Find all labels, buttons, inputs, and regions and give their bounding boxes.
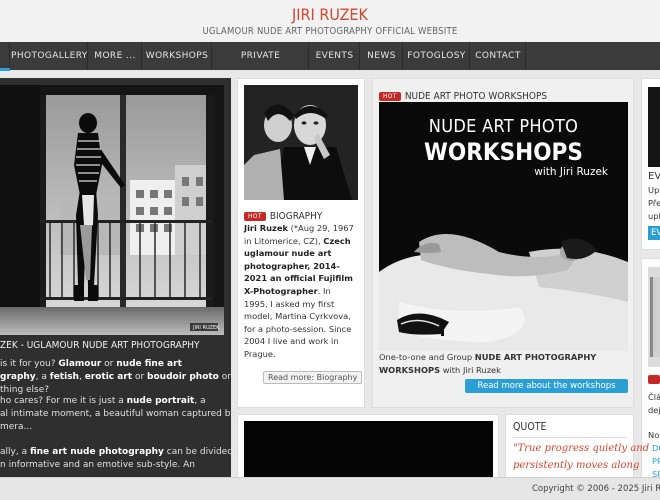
site-title[interactable]: JIRI RUZEK bbox=[0, 5, 660, 24]
events-line-3: upl bbox=[648, 211, 660, 221]
biography-text-line: for a photo-session. Since bbox=[244, 323, 352, 334]
hero-photo-image: JIRI RUZEK bbox=[0, 85, 224, 335]
page: JIRI RUZEK UGLAMOUR NUDE ART PHOTOGRAPHY… bbox=[0, 0, 660, 500]
hero-text-line: n informative and an emotive sub-style. … bbox=[0, 460, 195, 470]
read-more-biography-button[interactable]: Read more: Biography bbox=[263, 371, 363, 384]
nav-home-stub[interactable] bbox=[0, 42, 10, 70]
workshops-banner-line3: with Jiri Ruzek bbox=[534, 166, 608, 178]
nav-item-workshops[interactable]: WORKSHOPS bbox=[143, 42, 212, 70]
side-card-link-2[interactable]: PR bbox=[652, 456, 660, 466]
side-card-links-header: No bbox=[648, 430, 660, 440]
hero-text-line: is it for you? Glamour or nude fine art bbox=[0, 359, 182, 369]
side-card-line-2: dej bbox=[648, 405, 660, 415]
biography-photo[interactable] bbox=[244, 85, 358, 200]
biography-text-line: photographer, 2014- bbox=[244, 260, 340, 271]
biography-text-line: in Litomerice, CZ), Czech bbox=[244, 235, 351, 246]
nav-item-private-shootings[interactable]: PRIVATE SHOOTINGS bbox=[213, 42, 309, 89]
hero-caption[interactable]: ZEK - UGLAMOUR NUDE ART PHOTOGRAPHY bbox=[0, 340, 200, 351]
workshops-text-line: WORKSHOPS with Jiri Ruzek bbox=[379, 364, 501, 375]
hot-badge: HOT bbox=[379, 92, 401, 101]
side-card-link-1[interactable]: DO bbox=[652, 443, 660, 453]
hero-photo[interactable]: JIRI RUZEK bbox=[0, 85, 224, 335]
main-nav: PHOTOGALLERY MORE ... WORKSHOPS PRIVATE … bbox=[0, 42, 660, 89]
side-card-photo[interactable] bbox=[648, 267, 660, 367]
hot-badge: HOT bbox=[244, 212, 266, 221]
nav-item-news[interactable]: NEWS bbox=[361, 42, 403, 70]
side-card-line-1: Člá bbox=[648, 392, 660, 402]
biography-text-line: Jiri Ruzek (*Aug 29, 1967 bbox=[244, 223, 354, 233]
hero-text-line: thing else? bbox=[0, 385, 50, 395]
hero-text-line: ho cares? For me it is just a nude portr… bbox=[0, 396, 206, 406]
hero-text-line: mera... bbox=[0, 422, 33, 432]
site-header: JIRI RUZEK UGLAMOUR NUDE ART PHOTOGRAPHY… bbox=[0, 0, 660, 42]
events-photo[interactable] bbox=[648, 87, 660, 167]
workshops-card: HOT NUDE ART PHOTO WORKSHOPS NUDE ART PHO… bbox=[372, 78, 634, 408]
workshops-text-line: One-to-one and Group NUDE ART PHOTOGRAPH… bbox=[379, 352, 597, 362]
events-line-2: Pře bbox=[648, 198, 660, 208]
workshops-title[interactable]: NUDE ART PHOTO WORKSHOPS bbox=[405, 91, 547, 102]
quote-divider bbox=[513, 437, 627, 438]
copyright-text: Copyright © 2006 - 2025 Jiri Ruzek bbox=[532, 484, 660, 494]
nav-item-events[interactable]: EVENTS bbox=[310, 42, 360, 70]
site-footer: Copyright © 2006 - 2025 Jiri Ruzek bbox=[0, 477, 660, 500]
read-more-workshops-button[interactable]: Read more about the workshops bbox=[465, 379, 628, 393]
hot-badge bbox=[648, 375, 660, 384]
biography-card: HOT BIOGRAPHY Read more: Biography Jiri R… bbox=[237, 78, 365, 408]
workshops-banner-line1: NUDE ART PHOTO bbox=[428, 116, 579, 137]
biography-title[interactable]: BIOGRAPHY bbox=[270, 211, 323, 222]
biography-text-line: uglamour nude art bbox=[244, 248, 332, 259]
events-card-partial: EV Up Pře upl EV bbox=[641, 78, 660, 250]
hero-text-line: graphy, a fetish, erotic art or boudoir … bbox=[0, 372, 231, 382]
hero-panel: JIRI RUZEK ZEK - UGLAMOUR NUDE ART PHOTO… bbox=[0, 78, 236, 500]
hero-text-line: al intimate moment, a beautiful woman ca… bbox=[0, 409, 236, 419]
quote-title: QUOTE bbox=[513, 421, 547, 433]
site-subtitle: UGLAMOUR NUDE ART PHOTOGRAPHY OFFICIAL W… bbox=[202, 26, 458, 37]
workshops-banner-image[interactable]: NUDE ART PHOTO WORKSHOPS with Jiri Ruzek bbox=[379, 102, 628, 351]
biography-text-line: X-Photographer. In bbox=[244, 286, 331, 296]
quote-line-2: persistently moves along bbox=[513, 460, 640, 471]
events-title[interactable]: EV bbox=[648, 171, 660, 182]
biography-text-line: 1995, I asked my first bbox=[244, 298, 335, 309]
biography-text-line: 2004 I live and work in bbox=[244, 336, 339, 347]
hero-watermark: JIRI RUZEK bbox=[192, 325, 220, 331]
nav-item-contact[interactable]: CONTACT bbox=[471, 42, 526, 70]
biography-photo-image bbox=[244, 85, 358, 200]
nav-item-more[interactable]: MORE ... bbox=[89, 42, 142, 70]
hero-text-line: ally, a fine art nude photography can be… bbox=[0, 447, 233, 457]
quote-line-1: "True progress quietly and bbox=[513, 443, 650, 454]
biography-text-line: 2021 an official Fujifilm bbox=[244, 273, 353, 284]
biography-text-line: Prague. bbox=[244, 349, 276, 359]
biography-text-line: model, Martina Cyrkvova, bbox=[244, 311, 351, 322]
nav-item-photogallery[interactable]: PHOTOGALLERY bbox=[11, 42, 88, 70]
workshops-banner-line2: WORKSHOPS bbox=[424, 138, 583, 166]
events-button[interactable]: EV bbox=[648, 226, 660, 240]
events-line-1: Up bbox=[648, 185, 660, 195]
nav-active-indicator bbox=[0, 68, 10, 71]
nav-item-fotoglosy[interactable]: FOTOGLOSY bbox=[404, 42, 470, 70]
